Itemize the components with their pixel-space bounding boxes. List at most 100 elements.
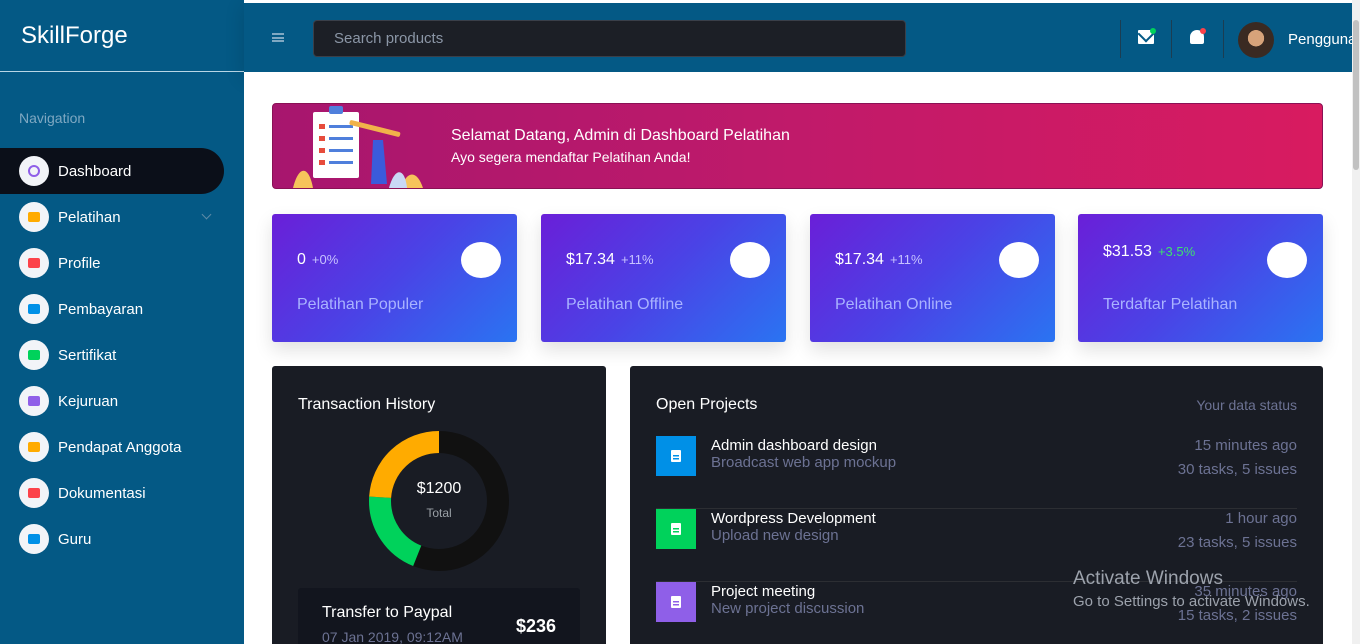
stat-value: $31.53 +3.5% [1103,243,1195,261]
stat-icon-circle [730,242,770,278]
sidebar: SkillForge Navigation Dashboard Pelatihan… [0,0,244,644]
chart-bar-icon [19,340,49,370]
sidebar-item-dokumentasi[interactable]: Dokumentasi [0,470,244,516]
user-name[interactable]: Pengguna [1288,31,1356,48]
stat-change: +0% [311,252,339,267]
divider [1223,20,1224,58]
stat-amount: 0 [297,251,306,268]
stat-card[interactable]: $17.34 +11% Pelatihan Online [810,214,1055,342]
sidebar-item-label: Kejuruan [58,392,119,410]
scrollbar-thumb[interactable] [1353,20,1359,170]
sidebar-item-pelatihan[interactable]: Pelatihan [0,194,244,240]
sidebar-item-label: Dokumentasi [58,484,146,502]
sidebar-item-label: Dashboard [58,162,132,180]
divider [1171,20,1172,58]
sidebar-item-label: Pelatihan [58,208,121,226]
project-time: 1 hour ago [1225,510,1297,527]
sidebar-item-pembayaran[interactable]: Pembayaran [0,286,244,332]
panel-title: Transaction History [298,396,436,413]
stat-card[interactable]: 0 +0% Pelatihan Populer [272,214,517,342]
project-description: Upload new design [711,527,839,544]
stat-value: $17.34 +11% [835,251,923,269]
contacts-icon [19,386,49,416]
panel-title: Open Projects [656,396,758,413]
stat-label: Terdaftar Pelatihan [1103,296,1238,313]
document-box-icon [19,524,49,554]
stat-change: +11% [889,252,923,267]
project-description: Broadcast web app mockup [711,454,897,471]
table-icon [19,294,49,324]
stat-label: Pelatihan Offline [566,296,684,313]
sidebar-item-sertifikat[interactable]: Sertifikat [0,332,244,378]
stat-icon-circle [1267,242,1307,278]
sidebar-item-label: Profile [58,254,101,272]
stat-value: $17.34 +11% [566,251,654,269]
stat-amount: $17.34 [835,251,884,268]
speedometer-icon [19,156,49,186]
transaction-item[interactable]: Transfer to Paypal 07 Jan 2019, 09:12AM … [298,588,580,644]
avatar[interactable] [1238,22,1274,58]
project-row[interactable]: Admin dashboard design Broadcast web app … [656,436,1297,509]
project-description: New project discussion [711,600,865,617]
topbar: Pengguna [244,0,1360,72]
divider [1120,20,1121,58]
stat-card[interactable]: $31.53 +3.5% Terdaftar Pelatihan [1078,214,1323,342]
sidebar-item-pendapat-anggota[interactable]: Pendapat Anggota [0,424,244,470]
data-status-link[interactable]: Your data status [1196,397,1297,413]
laptop-icon [19,202,49,232]
stat-icon-circle [999,242,1039,278]
stat-card[interactable]: $17.34 +11% Pelatihan Offline [541,214,786,342]
sidebar-item-dashboard[interactable]: Dashboard [0,148,224,194]
sidebar-item-profile[interactable]: Profile [0,240,244,286]
watermark-title: Activate Windows [1073,568,1223,589]
sidebar-item-label: Pendapat Anggota [58,438,182,456]
sidebar-item-kejuruan[interactable]: Kejuruan [0,378,244,424]
stat-change: +3.5% [1157,244,1196,259]
donut-total-label: Total [426,506,452,520]
playlist-icon [19,248,49,278]
transaction-date: 07 Jan 2019, 09:12AM [322,629,463,644]
scrollbar[interactable] [1352,0,1360,644]
transaction-title: Transfer to Paypal [322,604,453,621]
stat-amount: $31.53 [1103,243,1152,260]
transaction-history-panel: Transaction History $1200 Total Transfer… [272,366,606,644]
chevron-down-icon[interactable] [201,209,212,220]
file-document-icon [656,436,696,476]
donut-total-value: $1200 [416,480,462,497]
stat-amount: $17.34 [566,251,615,268]
banner-subtitle: Ayo segera mendaftar Pelatihan Anda! [451,149,691,165]
menu-toggle-icon[interactable] [272,33,284,42]
stat-label: Pelatihan Populer [297,296,424,313]
main-content: Selamat Datang, Admin di Dashboard Pelat… [244,72,1352,644]
transaction-amount: $236 [515,616,556,636]
stat-change: +11% [620,252,654,267]
stat-value: 0 +0% [297,251,338,269]
watermark-subtitle: Go to Settings to activate Windows. [1073,593,1310,610]
stat-label: Pelatihan Online [835,296,953,313]
search-input[interactable] [313,20,906,57]
bell-notification-dot [1200,28,1206,34]
stat-icon-circle [461,242,501,278]
project-tasks: 23 tasks, 5 issues [1177,534,1297,551]
project-name: Admin dashboard design [711,437,877,454]
project-name: Wordpress Development [711,510,876,527]
clipboard-illustration-icon [293,106,423,188]
nav-heading: Navigation [19,110,86,126]
brand-logo[interactable]: SkillForge [0,0,244,72]
project-time: 15 minutes ago [1194,437,1297,454]
sidebar-item-label: Pembayaran [58,300,144,318]
clock-icon [656,582,696,622]
document-icon [19,478,49,508]
sidebar-item-guru[interactable]: Guru [0,516,244,562]
banner-title: Selamat Datang, Admin di Dashboard Pelat… [451,127,790,144]
note-icon [19,432,49,462]
activate-windows-watermark: Activate Windows Go to Settings to activ… [1073,568,1310,610]
welcome-banner: Selamat Datang, Admin di Dashboard Pelat… [272,103,1323,189]
mail-notification-dot [1150,28,1156,34]
sidebar-item-label: Guru [58,530,92,548]
donut-chart: $1200 Total [368,430,510,572]
sidebar-item-label: Sertifikat [58,346,117,364]
nav-list: Dashboard Pelatihan Profile Pembayaran Serti… [0,148,244,562]
project-tasks: 30 tasks, 5 issues [1177,461,1297,478]
project-name: Project meeting [711,583,816,600]
